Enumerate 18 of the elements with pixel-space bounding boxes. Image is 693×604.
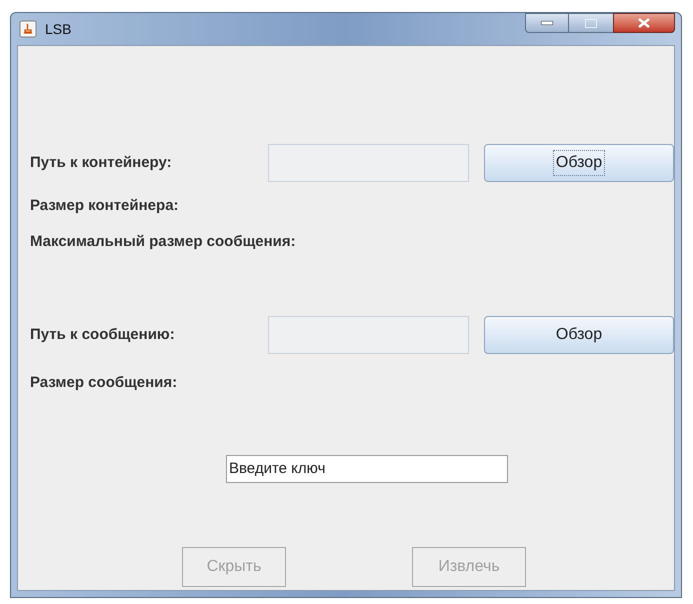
minimize-button[interactable] [525, 13, 569, 33]
cup-icon [19, 20, 37, 38]
key-field[interactable]: Введите ключ [226, 454, 508, 482]
close-button[interactable] [613, 13, 675, 33]
field-label: Максимальный размер сообщения: [30, 232, 297, 252]
path-field[interactable] [268, 316, 469, 354]
maximize-button[interactable] [569, 13, 613, 33]
field-label: Путь к контейнеру: [30, 152, 173, 173]
close-icon [638, 18, 650, 28]
window-title: LSB [45, 20, 72, 38]
path-field[interactable] [268, 144, 469, 182]
maximize-icon [585, 18, 597, 28]
browse-button[interactable]: Обзор [484, 144, 674, 182]
field-label: Размер сообщения: [30, 373, 178, 393]
minimize-icon [541, 21, 553, 25]
field-label: Размер контейнера: [30, 196, 180, 216]
field-label: Путь к сообщению: [30, 324, 176, 345]
browse-button[interactable]: Обзор [484, 316, 674, 354]
